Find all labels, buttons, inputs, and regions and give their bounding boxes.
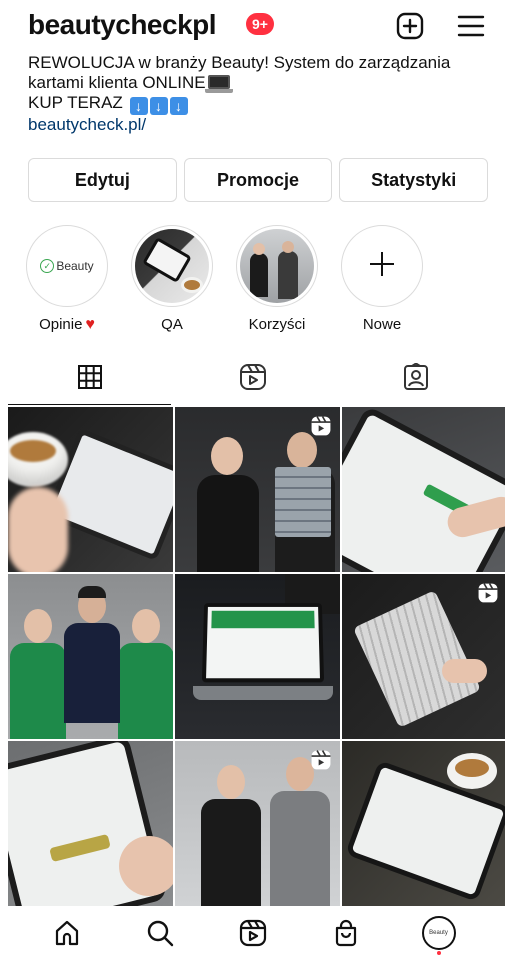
profile-avatar[interactable]: Beauty [417,911,461,955]
check-circle-icon: ✓ [40,259,55,273]
highlight-cover [236,225,318,307]
notification-badge[interactable]: 9+ [246,13,274,35]
highlight-cover [131,225,213,307]
bio-line-3-text: KUP TERAZ [28,93,123,112]
bio-line-2: kartami klienta ONLINE [28,73,490,93]
profile-actions: Edytuj Promocje Statystyki [28,158,489,202]
highlight-korzysci[interactable]: Korzyści [229,225,325,333]
heart-icon: ♥ [85,316,95,333]
bio-link[interactable]: beautycheck.pl/ [28,115,490,135]
highlight-label: QA [161,316,183,333]
laptop-emoji-icon [204,75,233,93]
highlight-cover: ✓ Beauty [26,225,108,307]
tab-tagged[interactable] [335,353,498,405]
reels-icon[interactable] [231,911,275,955]
highlight-opinie[interactable]: ✓ Beauty Opinie ♥ [19,225,115,334]
plus-square-icon[interactable] [394,10,426,42]
beauty-logo-text: Beauty [56,259,94,273]
promotions-button[interactable]: Promocje [183,158,333,202]
highlight-label-text: Opinie [39,316,83,333]
post-thumbnail[interactable] [342,741,505,906]
profile-bio: REWOLUCJA w branży Beauty! System do zar… [28,53,490,135]
statistics-button[interactable]: Statystyki [339,158,489,202]
highlight-new[interactable]: Nowe [334,225,430,333]
post-thumbnail[interactable] [342,407,505,572]
edit-profile-button[interactable]: Edytuj [28,158,177,202]
post-thumbnail[interactable] [8,407,173,572]
highlight-label: Korzyści [248,316,306,333]
reel-icon [477,582,499,609]
post-thumbnail[interactable] [175,574,340,739]
posts-grid [8,407,505,906]
highlight-label: Opinie ♥ [19,316,115,334]
beauty-logo: ✓ Beauty [30,229,104,303]
post-thumbnail[interactable] [175,741,340,906]
reels-icon [239,363,267,396]
search-icon[interactable] [138,911,182,955]
down-arrow-emoji-icon: ↓ [129,97,148,115]
tagged-person-icon [402,361,430,396]
avatar: Beauty [421,915,456,950]
bio-line-3: KUP TERAZ ↓ ↓ ↓ [28,93,490,115]
plus-icon [367,246,397,286]
bottom-navigation: Beauty [0,906,505,959]
post-thumbnail[interactable] [342,574,505,739]
post-thumbnail[interactable] [175,407,340,572]
profile-header: beautycheckpl 9+ [0,0,505,52]
reel-icon [310,749,332,776]
tab-posts[interactable] [8,353,172,405]
bio-line-1: REWOLUCJA w branży Beauty! System do zar… [28,53,451,72]
home-icon[interactable] [45,911,89,955]
reel-icon [310,415,332,442]
profile-username[interactable]: beautycheckpl [28,9,217,41]
highlight-image [240,229,314,303]
highlight-image [135,229,209,303]
profile-tabs [8,353,498,405]
tab-reels[interactable] [171,353,334,405]
notification-dot [436,950,441,955]
down-arrow-emoji-icon: ↓ [149,97,168,115]
hamburger-menu-icon[interactable] [455,10,487,42]
highlight-label: Nowe [362,316,402,333]
post-thumbnail[interactable] [8,574,173,739]
grid-icon [77,364,103,395]
bio-line-2-text: kartami klienta ONLINE [28,73,206,92]
highlight-qa[interactable]: QA [124,225,220,333]
avatar-text: Beauty [429,929,448,936]
down-arrow-emoji-icon: ↓ [169,97,188,115]
highlight-cover [341,225,423,307]
story-highlights: ✓ Beauty Opinie ♥ QA Korzyści Nowe [0,225,505,335]
post-thumbnail[interactable] [8,741,173,906]
shop-icon[interactable] [324,911,368,955]
